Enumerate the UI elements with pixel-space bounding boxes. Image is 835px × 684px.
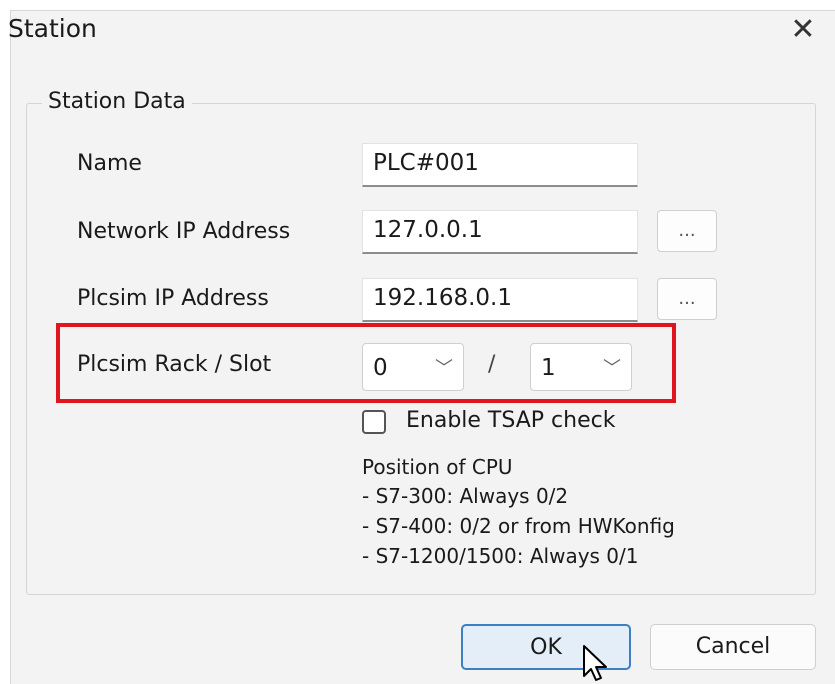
- slot-select[interactable]: 1 ﹀: [530, 343, 632, 391]
- close-icon[interactable]: ✕: [783, 12, 823, 48]
- mouse-cursor-icon: [583, 645, 607, 681]
- info-line: - S7-300: Always 0/2: [362, 484, 569, 508]
- network-ip-label: Network IP Address: [77, 219, 291, 244]
- rack-select[interactable]: 0 ﹀: [362, 343, 464, 391]
- info-line: - S7-1200/1500: Always 0/1: [362, 544, 639, 568]
- tsap-label: Enable TSAP check: [406, 408, 616, 433]
- slot-value: 1: [541, 355, 556, 381]
- network-ip-input[interactable]: 127.0.0.1: [362, 210, 638, 254]
- cancel-button[interactable]: Cancel: [650, 624, 816, 670]
- rack-slot-separator: /: [488, 352, 496, 377]
- window-title: Station: [8, 14, 97, 43]
- rack-slot-label: Plcsim Rack / Slot: [77, 352, 272, 377]
- info-line: Position of CPU: [362, 455, 513, 479]
- chevron-down-icon: ﹀: [435, 358, 453, 379]
- plcsim-ip-browse-button[interactable]: ...: [657, 278, 717, 320]
- plcsim-ip-input[interactable]: 192.168.0.1: [362, 278, 638, 322]
- rack-value: 0: [373, 355, 388, 381]
- name-label: Name: [77, 151, 142, 176]
- network-ip-browse-button[interactable]: ...: [657, 210, 717, 252]
- group-label: Station Data: [42, 89, 192, 114]
- plcsim-ip-label: Plcsim IP Address: [77, 286, 269, 311]
- chevron-down-icon: ﹀: [603, 358, 621, 379]
- tsap-checkbox[interactable]: [362, 410, 386, 434]
- name-input[interactable]: PLC#001: [362, 143, 638, 187]
- info-line: - S7-400: 0/2 or from HWKonfig: [362, 514, 675, 538]
